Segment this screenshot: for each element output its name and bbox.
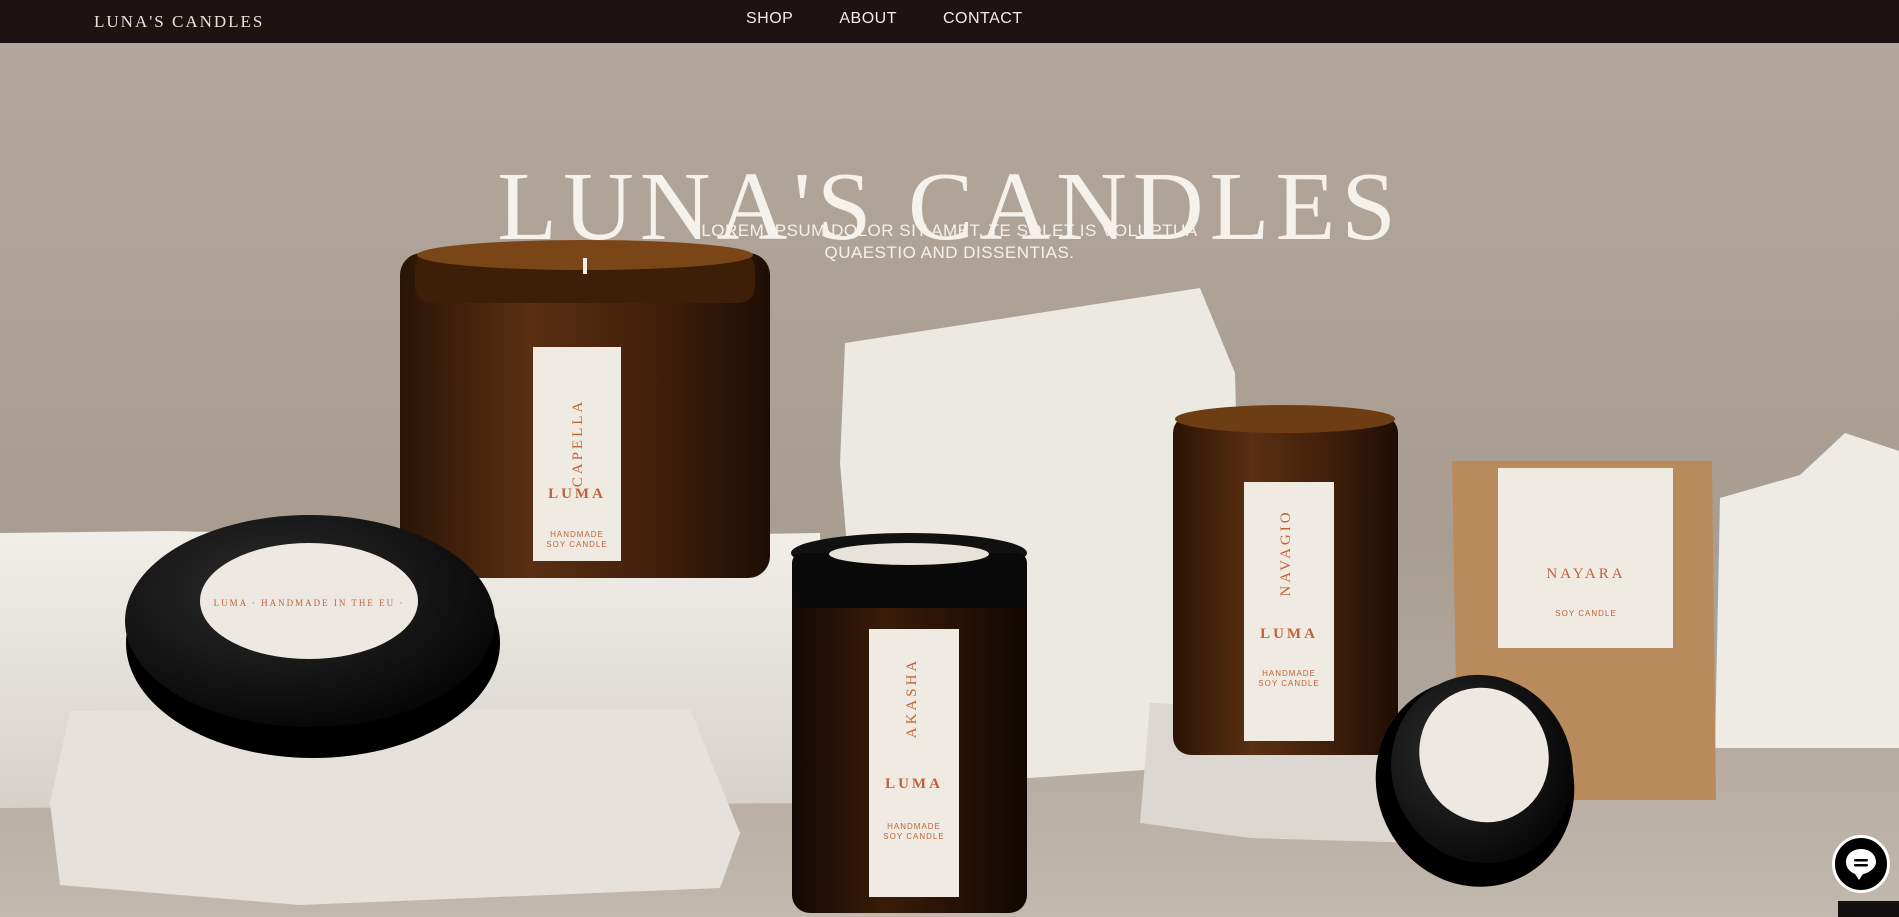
candle-capella: CAPELLA LUMA HANDMADE SOY CANDLE <box>400 240 770 578</box>
navagio-label-sub2: SOY CANDLE <box>1258 679 1319 688</box>
brand-logo[interactable]: LUNA'S CANDLES <box>94 12 264 32</box>
stone-block-right <box>1715 433 1899 748</box>
hero-subtitle-line-2: QUAESTIO AND DISSENTIAS. <box>824 243 1075 262</box>
navagio-label-sub1: HANDMADE <box>1262 669 1316 678</box>
navagio-label-name: NAVAGIO <box>1278 509 1294 596</box>
capella-label-sub1: HANDMADE <box>550 530 604 539</box>
candle-lid-left: LUMA · HANDMADE IN THE EU · <box>125 515 500 758</box>
lid-left-text: LUMA · HANDMADE IN THE EU · <box>214 598 405 608</box>
akasha-label-brand: LUMA <box>885 776 943 792</box>
top-nav-bar: LUNA'S CANDLES SHOP ABOUT CONTACT <box>0 0 1899 43</box>
nav-link-shop[interactable]: SHOP <box>746 10 793 28</box>
candle-akasha: AKASHA LUMA HANDMADE SOY CANDLE <box>791 533 1027 913</box>
hero-subtitle-line-1: LOREM IPSUM DOLOR SIT AMET, TE SOLET IS … <box>701 221 1198 240</box>
akasha-label-sub1: HANDMADE <box>887 822 941 831</box>
nayara-label-sub: SOY CANDLE <box>1555 609 1616 618</box>
hero-subtitle: LOREM IPSUM DOLOR SIT AMET, TE SOLET IS … <box>0 220 1899 264</box>
nayara-label-name: NAYARA <box>1546 566 1625 582</box>
capella-label-name: CAPELLA <box>570 399 586 488</box>
chat-button[interactable] <box>1832 835 1890 893</box>
akasha-label-name: AKASHA <box>904 658 920 739</box>
nav-link-contact[interactable]: CONTACT <box>943 10 1023 28</box>
corner-widget <box>1838 901 1899 917</box>
nav-link-about[interactable]: ABOUT <box>839 10 897 28</box>
main-nav: SHOP ABOUT CONTACT <box>746 10 1023 28</box>
navagio-label-brand: LUMA <box>1260 626 1318 642</box>
akasha-label-sub2: SOY CANDLE <box>883 832 944 841</box>
chat-bubble-icon <box>1846 849 1876 880</box>
capella-label-sub2: SOY CANDLE <box>546 540 607 549</box>
hero-section: CAPELLA LUMA HANDMADE SOY CANDLE LUMA · … <box>0 43 1899 917</box>
candle-navagio: NAVAGIO LUMA HANDMADE SOY CANDLE <box>1173 405 1398 755</box>
capella-label-brand: LUMA <box>548 486 606 502</box>
